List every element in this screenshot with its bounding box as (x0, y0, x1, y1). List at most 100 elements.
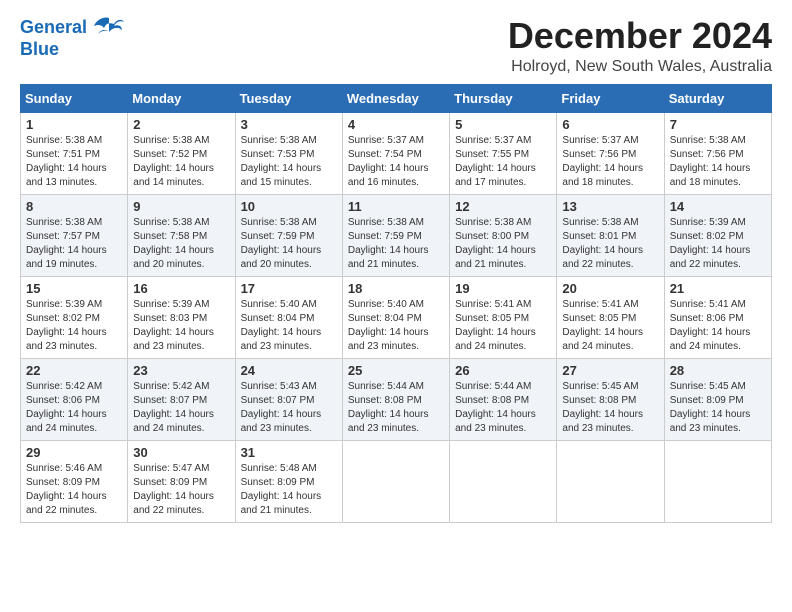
day-number: 31 (241, 445, 337, 460)
calendar-cell (450, 440, 557, 522)
logo: General Blue (20, 16, 124, 60)
day-info: Sunrise: 5:38 AM Sunset: 7:52 PM Dayligh… (133, 134, 229, 190)
calendar-cell: 17Sunrise: 5:40 AM Sunset: 8:04 PM Dayli… (235, 276, 342, 358)
calendar-cell: 6 Sunrise: 5:37 AM Sunset: 7:56 PM Daylig… (557, 112, 664, 194)
calendar-cell: 7 Sunrise: 5:38 AM Sunset: 7:56 PM Daylig… (664, 112, 771, 194)
calendar-table: SundayMondayTuesdayWednesdayThursdayFrid… (20, 84, 772, 523)
day-number: 14 (670, 199, 766, 214)
day-number: 12 (455, 199, 551, 214)
column-header-tuesday: Tuesday (235, 84, 342, 112)
calendar-cell: 12 Sunrise: 5:38 AM Sunset: 8:00 PM Dayli… (450, 194, 557, 276)
day-number: 11 (348, 199, 444, 214)
day-info: Sunrise: 5:38 AM Sunset: 7:56 PM Dayligh… (670, 134, 766, 190)
calendar-cell: 1 Sunrise: 5:38 AM Sunset: 7:51 PM Daylig… (21, 112, 128, 194)
calendar-cell: 16 Sunrise: 5:39 AM Sunset: 8:03 PM Dayli… (128, 276, 235, 358)
calendar-cell: 20 Sunrise: 5:41 AM Sunset: 8:05 PM Dayli… (557, 276, 664, 358)
day-info: Sunrise: 5:45 AM Sunset: 8:09 PM Dayligh… (670, 380, 766, 436)
day-number: 23 (133, 363, 229, 378)
calendar-week-row: 22 Sunrise: 5:42 AM Sunset: 8:06 PM Dayli… (21, 358, 772, 440)
day-info: Sunrise: 5:46 AM Sunset: 8:09 PM Dayligh… (26, 462, 122, 518)
day-number: 27 (562, 363, 658, 378)
calendar-cell: 11 Sunrise: 5:38 AM Sunset: 7:59 PM Dayli… (342, 194, 449, 276)
day-info: Sunrise: 5:42 AM Sunset: 8:07 PM Dayligh… (133, 380, 229, 436)
day-number: 9 (133, 199, 229, 214)
day-info: Sunrise: 5:39 AM Sunset: 8:03 PM Dayligh… (133, 298, 229, 354)
column-header-friday: Friday (557, 84, 664, 112)
day-info: Sunrise: 5:44 AM Sunset: 8:08 PM Dayligh… (455, 380, 551, 436)
day-info: Sunrise: 5:39 AM Sunset: 8:02 PM Dayligh… (26, 298, 122, 354)
calendar-week-row: 29Sunrise: 5:46 AM Sunset: 8:09 PM Dayli… (21, 440, 772, 522)
column-header-thursday: Thursday (450, 84, 557, 112)
day-info: Sunrise: 5:41 AM Sunset: 8:05 PM Dayligh… (562, 298, 658, 354)
calendar-cell: 26 Sunrise: 5:44 AM Sunset: 8:08 PM Dayli… (450, 358, 557, 440)
column-header-monday: Monday (128, 84, 235, 112)
calendar-cell: 15 Sunrise: 5:39 AM Sunset: 8:02 PM Dayli… (21, 276, 128, 358)
calendar-week-row: 8Sunrise: 5:38 AM Sunset: 7:57 PM Daylig… (21, 194, 772, 276)
calendar-cell: 31Sunrise: 5:48 AM Sunset: 8:09 PM Dayli… (235, 440, 342, 522)
day-info: Sunrise: 5:37 AM Sunset: 7:56 PM Dayligh… (562, 134, 658, 190)
day-number: 15 (26, 281, 122, 296)
calendar-cell: 3 Sunrise: 5:38 AM Sunset: 7:53 PM Daylig… (235, 112, 342, 194)
calendar-cell: 19Sunrise: 5:41 AM Sunset: 8:05 PM Dayli… (450, 276, 557, 358)
day-info: Sunrise: 5:41 AM Sunset: 8:05 PM Dayligh… (455, 298, 551, 354)
day-number: 2 (133, 117, 229, 132)
logo-bird-icon (94, 16, 124, 40)
column-header-wednesday: Wednesday (342, 84, 449, 112)
calendar-cell: 28 Sunrise: 5:45 AM Sunset: 8:09 PM Dayli… (664, 358, 771, 440)
day-number: 26 (455, 363, 551, 378)
calendar-cell: 4Sunrise: 5:37 AM Sunset: 7:54 PM Daylig… (342, 112, 449, 194)
day-number: 13 (562, 199, 658, 214)
calendar-cell: 21 Sunrise: 5:41 AM Sunset: 8:06 PM Dayli… (664, 276, 771, 358)
day-number: 18 (348, 281, 444, 296)
calendar-header-row: SundayMondayTuesdayWednesdayThursdayFrid… (21, 84, 772, 112)
calendar-cell: 25Sunrise: 5:44 AM Sunset: 8:08 PM Dayli… (342, 358, 449, 440)
calendar-cell: 5 Sunrise: 5:37 AM Sunset: 7:55 PM Daylig… (450, 112, 557, 194)
month-title: December 2024 (508, 16, 772, 56)
calendar-cell: 9 Sunrise: 5:38 AM Sunset: 7:58 PM Daylig… (128, 194, 235, 276)
day-number: 21 (670, 281, 766, 296)
calendar-week-row: 1 Sunrise: 5:38 AM Sunset: 7:51 PM Daylig… (21, 112, 772, 194)
day-number: 25 (348, 363, 444, 378)
day-info: Sunrise: 5:38 AM Sunset: 8:01 PM Dayligh… (562, 216, 658, 272)
calendar-cell: 29Sunrise: 5:46 AM Sunset: 8:09 PM Dayli… (21, 440, 128, 522)
day-info: Sunrise: 5:39 AM Sunset: 8:02 PM Dayligh… (670, 216, 766, 272)
day-info: Sunrise: 5:38 AM Sunset: 7:58 PM Dayligh… (133, 216, 229, 272)
logo-general: General (20, 17, 87, 37)
day-number: 7 (670, 117, 766, 132)
day-number: 30 (133, 445, 229, 460)
calendar-cell: 24Sunrise: 5:43 AM Sunset: 8:07 PM Dayli… (235, 358, 342, 440)
column-header-saturday: Saturday (664, 84, 771, 112)
day-number: 1 (26, 117, 122, 132)
day-info: Sunrise: 5:37 AM Sunset: 7:55 PM Dayligh… (455, 134, 551, 190)
day-number: 24 (241, 363, 337, 378)
calendar-cell (342, 440, 449, 522)
day-info: Sunrise: 5:45 AM Sunset: 8:08 PM Dayligh… (562, 380, 658, 436)
day-info: Sunrise: 5:42 AM Sunset: 8:06 PM Dayligh… (26, 380, 122, 436)
header: General Blue December 2024 Holroyd, New … (20, 16, 772, 76)
day-number: 3 (241, 117, 337, 132)
calendar-cell: 23 Sunrise: 5:42 AM Sunset: 8:07 PM Dayli… (128, 358, 235, 440)
calendar-week-row: 15 Sunrise: 5:39 AM Sunset: 8:02 PM Dayli… (21, 276, 772, 358)
day-info: Sunrise: 5:37 AM Sunset: 7:54 PM Dayligh… (348, 134, 444, 190)
day-info: Sunrise: 5:38 AM Sunset: 7:53 PM Dayligh… (241, 134, 337, 190)
day-info: Sunrise: 5:38 AM Sunset: 7:59 PM Dayligh… (348, 216, 444, 272)
day-info: Sunrise: 5:47 AM Sunset: 8:09 PM Dayligh… (133, 462, 229, 518)
column-header-sunday: Sunday (21, 84, 128, 112)
day-number: 22 (26, 363, 122, 378)
day-number: 5 (455, 117, 551, 132)
calendar-cell: 8Sunrise: 5:38 AM Sunset: 7:57 PM Daylig… (21, 194, 128, 276)
day-info: Sunrise: 5:38 AM Sunset: 7:51 PM Dayligh… (26, 134, 122, 190)
day-number: 16 (133, 281, 229, 296)
calendar-cell: 22 Sunrise: 5:42 AM Sunset: 8:06 PM Dayli… (21, 358, 128, 440)
day-number: 8 (26, 199, 122, 214)
calendar-cell: 27 Sunrise: 5:45 AM Sunset: 8:08 PM Dayli… (557, 358, 664, 440)
location-title: Holroyd, New South Wales, Australia (508, 58, 772, 76)
day-number: 28 (670, 363, 766, 378)
day-number: 20 (562, 281, 658, 296)
calendar-cell: 13 Sunrise: 5:38 AM Sunset: 8:01 PM Dayli… (557, 194, 664, 276)
calendar-cell (664, 440, 771, 522)
day-number: 6 (562, 117, 658, 132)
day-info: Sunrise: 5:41 AM Sunset: 8:06 PM Dayligh… (670, 298, 766, 354)
title-area: December 2024 Holroyd, New South Wales, … (508, 16, 772, 76)
day-info: Sunrise: 5:38 AM Sunset: 8:00 PM Dayligh… (455, 216, 551, 272)
